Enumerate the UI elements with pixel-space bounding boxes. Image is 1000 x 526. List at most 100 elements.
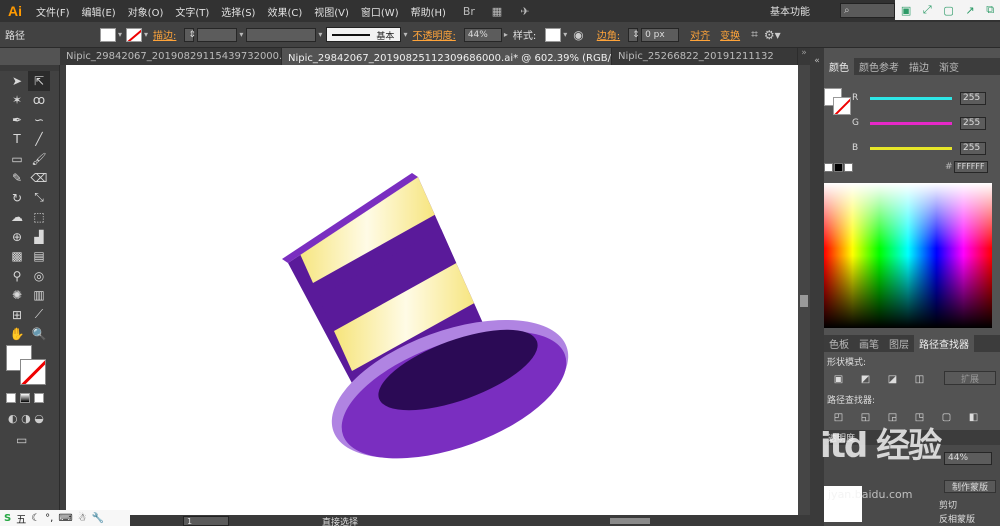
wrench-icon[interactable]: 🔧 [92, 513, 104, 524]
zoom-tool-icon[interactable]: 🔍 [28, 325, 50, 345]
brush-definition-select[interactable]: 基本 [326, 27, 402, 42]
symbol-sprayer-tool-icon[interactable]: ✺ [6, 286, 28, 306]
type-tool-icon[interactable]: T [6, 130, 28, 150]
stroke-swatch[interactable] [126, 27, 143, 42]
tab-pathfinder[interactable]: 路径查找器 [914, 335, 974, 352]
shape-builder-tool-icon[interactable]: ⊕ [6, 227, 28, 247]
document-tab-1[interactable]: Nipic_29842067_20190829115439732000.ai* … [60, 48, 282, 65]
stroke-label[interactable]: 描边: [148, 27, 181, 42]
scale-tool-icon[interactable]: ⤡ [28, 188, 50, 208]
collapse-icon[interactable]: « [810, 56, 824, 66]
stroke-color-box[interactable] [20, 359, 46, 385]
minus-back-icon[interactable]: ◧ [967, 411, 980, 423]
warp-tool-icon[interactable]: ☁ [6, 208, 28, 228]
none-mode-icon[interactable] [34, 393, 44, 403]
menu-edit[interactable]: 编辑(E) [76, 4, 122, 19]
pen-tool-icon[interactable]: ✒ [6, 110, 28, 130]
tab-color-guide[interactable]: 颜色参考 [854, 58, 904, 75]
perspective-grid-tool-icon[interactable]: ▟ [28, 227, 50, 247]
blue-value-input[interactable]: 255 [960, 141, 986, 155]
black-swatch[interactable] [834, 163, 843, 172]
menu-select[interactable]: 选择(S) [215, 4, 261, 19]
panel-menu-icon[interactable]: ⚙▾ [764, 28, 781, 42]
draw-mode-icons[interactable]: ◐ ◑ ◒ [8, 412, 44, 425]
keyboard-icon[interactable]: ⌨ [58, 513, 72, 524]
make-mask-button[interactable]: 制作蒙版 [944, 480, 996, 493]
skin-icon[interactable]: ☃ [78, 513, 87, 524]
hand-tool-icon[interactable]: ✋ [6, 325, 28, 345]
tab-swatches[interactable]: 色板 [824, 335, 854, 352]
rectangle-tool-icon[interactable]: ▭ [6, 149, 28, 169]
screenshot-icon[interactable]: ▣ [901, 4, 911, 17]
opacity-input[interactable]: 44% [463, 27, 502, 42]
invert-mask-checkbox[interactable]: 反相蒙版 [939, 512, 975, 525]
fullscreen-icon[interactable]: ⤢ [923, 3, 932, 17]
recolor-icon[interactable]: ◉ [573, 28, 583, 42]
document-tab-3[interactable]: Nipic_25266822_20191211132 [612, 48, 798, 65]
stroke-weight-input[interactable] [197, 27, 238, 42]
menu-effect[interactable]: 效果(C) [261, 4, 308, 19]
workspace-switcher[interactable]: 基本功能 [770, 3, 810, 18]
green-slider[interactable] [870, 121, 952, 125]
transparency-opacity-input[interactable]: 44% [944, 452, 992, 465]
menu-help[interactable]: 帮助(H) [405, 4, 452, 19]
expand-button[interactable]: 扩展 [944, 371, 996, 385]
document-tab-2[interactable]: Nipic_29842067_20190825112309686000.ai* … [282, 48, 612, 65]
blue-slider[interactable] [870, 146, 952, 150]
record-icon[interactable]: ▢ [943, 4, 953, 17]
curvature-tool-icon[interactable]: ∽ [28, 110, 50, 130]
chevron-down-icon[interactable]: ▾ [118, 30, 122, 39]
tabs-overflow-icon[interactable]: » [798, 48, 810, 65]
slice-tool-icon[interactable]: ⟋ [28, 305, 50, 325]
selection-tool-icon[interactable]: ➤ [6, 71, 28, 91]
artboard-canvas[interactable] [66, 65, 798, 515]
tab-gradient[interactable]: 渐变 [934, 58, 964, 75]
menu-object[interactable]: 对象(O) [122, 4, 170, 19]
align-link[interactable]: 对齐 [685, 27, 715, 42]
ime-mode[interactable]: 五 [16, 511, 26, 526]
stroke-weight-stepper[interactable]: ⇕ [184, 27, 196, 42]
search-input[interactable]: ⌕ [840, 3, 895, 18]
eraser-tool-icon[interactable]: ⌫ [28, 169, 50, 189]
opacity-label[interactable]: 不透明度: [407, 27, 460, 42]
artboard-number-input[interactable]: 1 [183, 516, 229, 526]
green-value-input[interactable]: 255 [960, 116, 986, 130]
fill-swatch[interactable] [100, 27, 116, 42]
transform-link[interactable]: 变换 [715, 27, 745, 42]
menu-file[interactable]: 文件(F) [30, 4, 76, 19]
corner-label[interactable]: 边角: [592, 27, 625, 42]
free-transform-tool-icon[interactable]: ⬚ [28, 208, 50, 228]
bridge-icon[interactable]: Br [458, 3, 480, 19]
clip-checkbox[interactable]: 剪切 [939, 498, 957, 511]
copy-icon[interactable]: ⧉ [986, 3, 994, 17]
color-spectrum[interactable] [824, 183, 992, 328]
variable-width-select[interactable] [246, 27, 317, 42]
chevron-down-icon[interactable]: ▾ [563, 30, 567, 39]
red-slider[interactable] [870, 96, 952, 100]
menu-window[interactable]: 窗口(W) [355, 4, 405, 19]
line-tool-icon[interactable]: ╱ [28, 130, 50, 150]
gpu-performance-icon[interactable]: ✈ [514, 3, 536, 19]
paintbrush-tool-icon[interactable]: 🖌 [28, 149, 50, 169]
color-panel-fill-stroke[interactable] [824, 88, 854, 118]
chevron-down-icon[interactable]: ▾ [318, 30, 322, 39]
menu-type[interactable]: 文字(T) [169, 4, 215, 19]
gradient-mode-icon[interactable] [20, 393, 30, 403]
isolate-icon[interactable]: ⌗ [751, 27, 758, 42]
punctuation-icon[interactable]: °, [45, 513, 53, 524]
outline-icon[interactable]: ▢ [940, 411, 953, 423]
red-value-input[interactable]: 255 [960, 91, 986, 105]
intersect-icon[interactable]: ◪ [886, 373, 899, 385]
exclude-icon[interactable]: ◫ [913, 373, 926, 385]
gradient-tool-icon[interactable]: ▤ [28, 247, 50, 267]
color-mode-icon[interactable] [6, 393, 16, 403]
magic-wand-tool-icon[interactable]: ✶ [6, 91, 28, 111]
tab-stroke[interactable]: 描边 [904, 58, 934, 75]
unite-icon[interactable]: ▣ [832, 373, 845, 385]
vertical-scrollbar[interactable] [798, 65, 810, 515]
arrange-documents-icon[interactable]: ▦ [486, 3, 508, 19]
rotate-tool-icon[interactable]: ↻ [6, 188, 28, 208]
screen-mode-icon[interactable]: ▭ [16, 433, 27, 447]
direct-selection-tool-icon[interactable]: ⇱ [28, 71, 50, 91]
mesh-tool-icon[interactable]: ▩ [6, 247, 28, 267]
